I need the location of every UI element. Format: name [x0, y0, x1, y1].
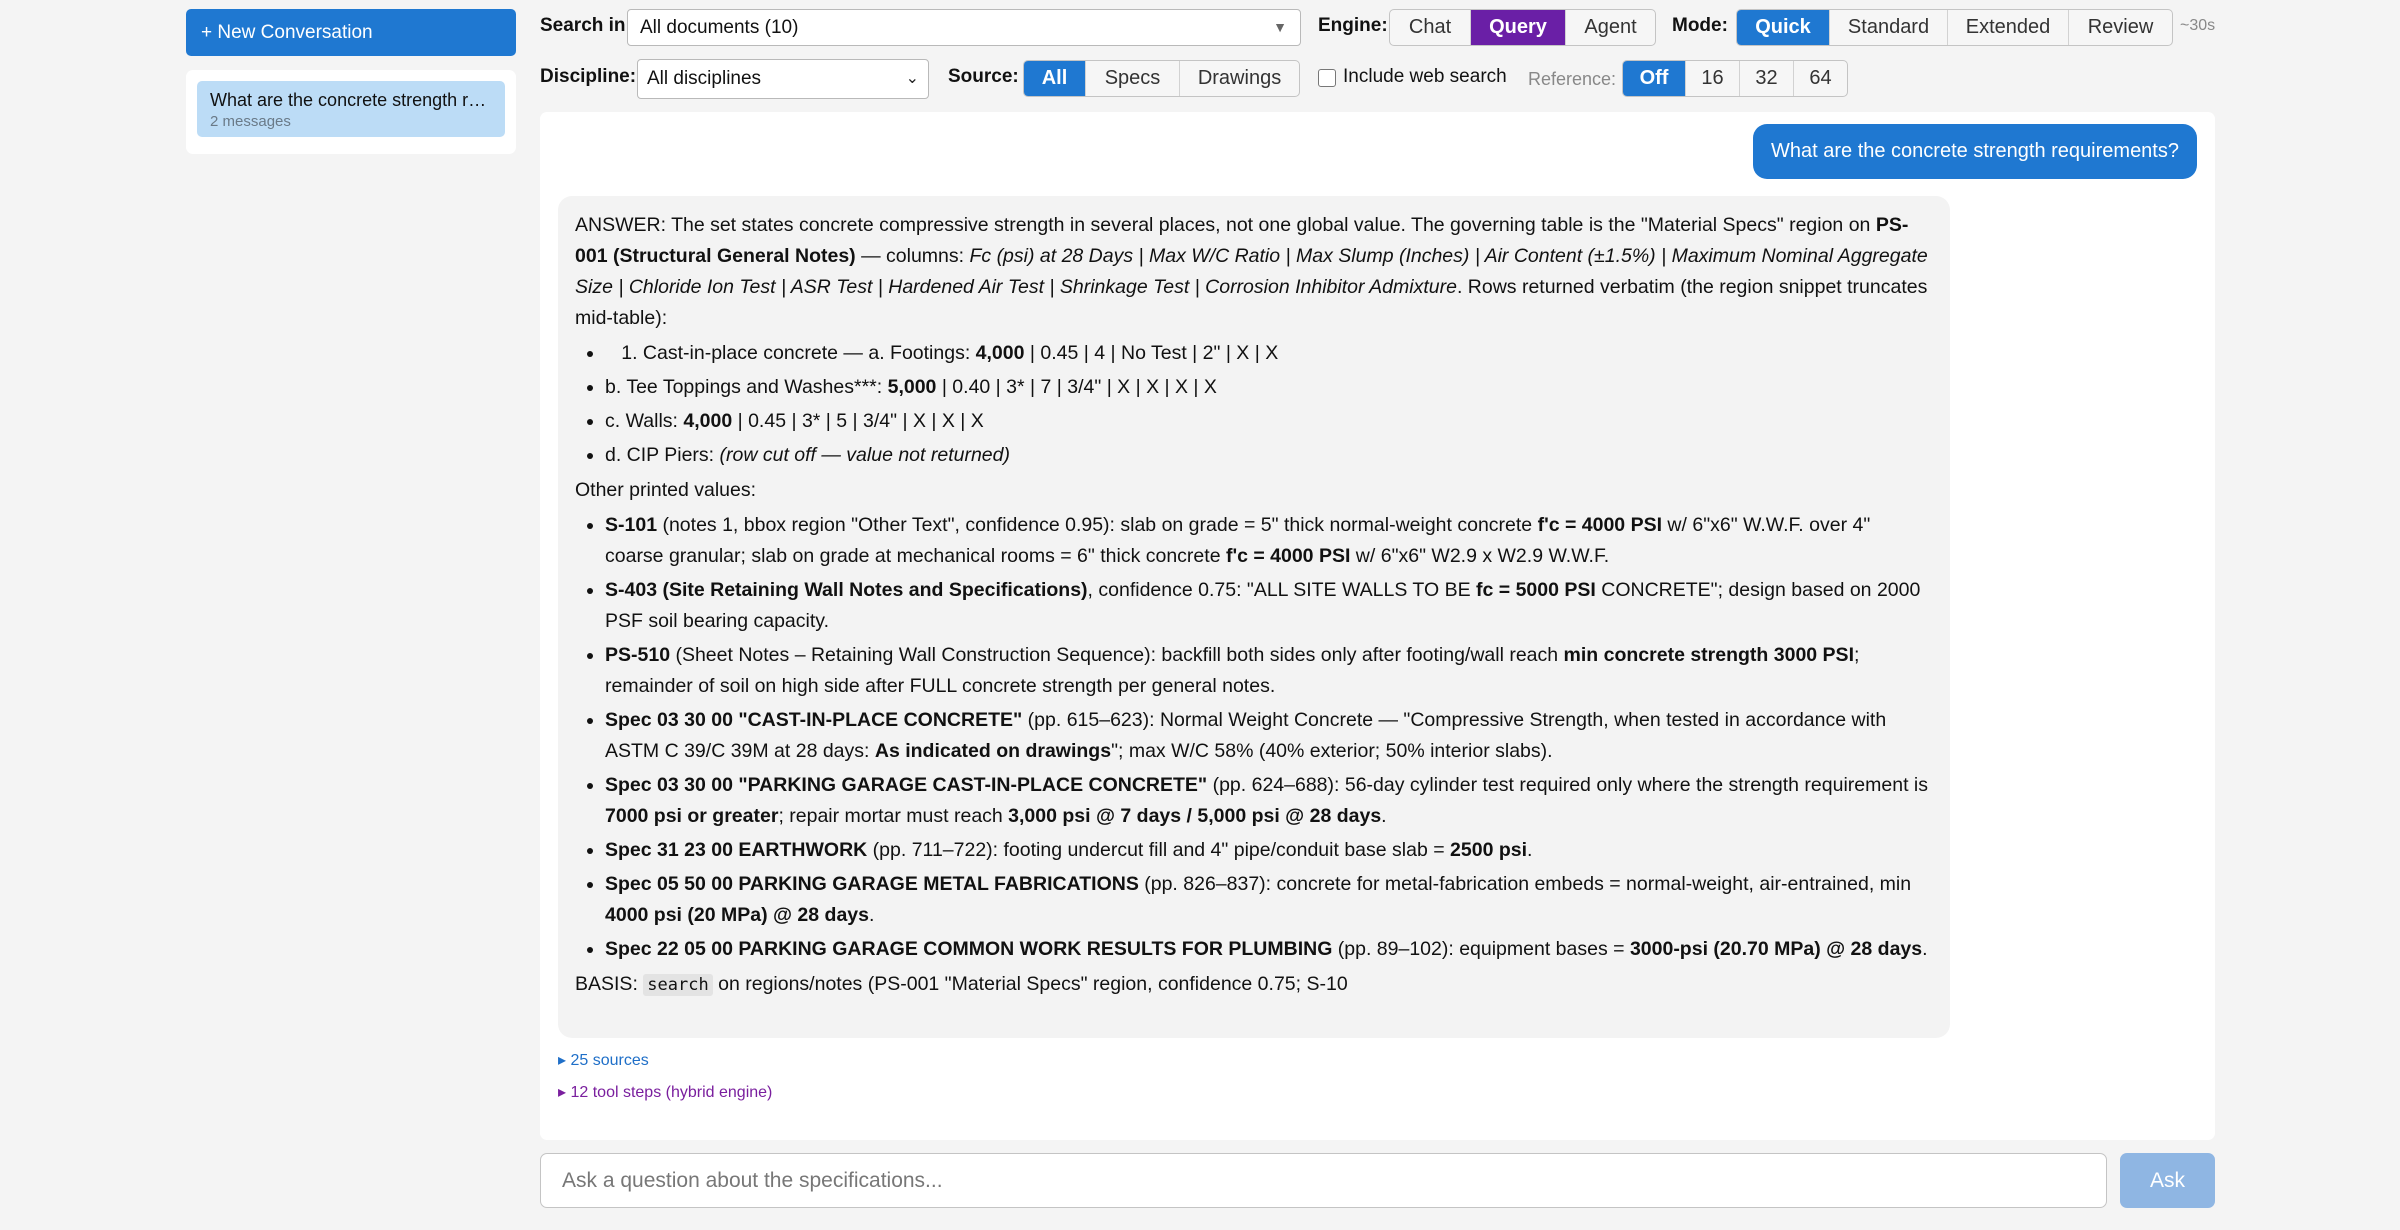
- list-item: S-403 (Site Retaining Wall Notes and Spe…: [605, 575, 1933, 637]
- chevron-down-icon: ▼: [1273, 19, 1287, 35]
- user-message: What are the concrete strength requireme…: [1753, 124, 2197, 179]
- reference-option-off[interactable]: Off: [1623, 61, 1685, 96]
- ask-button[interactable]: Ask: [2120, 1153, 2215, 1208]
- mode-option-quick[interactable]: Quick: [1737, 10, 1829, 45]
- list-item: PS-510 (Sheet Notes – Retaining Wall Con…: [605, 640, 1933, 702]
- question-input[interactable]: Ask a question about the specifications.…: [540, 1153, 2107, 1208]
- list-item: Spec 31 23 00 EARTHWORK (pp. 711–722): f…: [605, 835, 1933, 866]
- engine-label: Engine:: [1318, 15, 1388, 36]
- list-item: 1. Cast-in-place concrete — a. Footings:…: [605, 338, 1933, 369]
- reference-option-32[interactable]: 32: [1739, 61, 1793, 96]
- source-segmented-control: All Specs Drawings: [1023, 60, 1300, 97]
- reference-option-64[interactable]: 64: [1793, 61, 1847, 96]
- material-specs-list: 1. Cast-in-place concrete — a. Footings:…: [605, 338, 1933, 471]
- search-in-select[interactable]: All documents (10) ▼: [627, 9, 1301, 46]
- engine-segmented-control: Chat Query Agent: [1389, 9, 1656, 46]
- engine-option-chat[interactable]: Chat: [1390, 10, 1470, 45]
- assistant-answer: ANSWER: The set states concrete compress…: [558, 196, 1950, 1038]
- reference-option-16[interactable]: 16: [1685, 61, 1739, 96]
- answer-intro: ANSWER: The set states concrete compress…: [575, 214, 1928, 329]
- web-search-label: Include web search: [1343, 66, 1507, 87]
- conversation-message-count: 2 messages: [210, 113, 291, 130]
- web-search-checkbox[interactable]: [1318, 69, 1336, 87]
- mode-option-standard[interactable]: Standard: [1829, 10, 1947, 45]
- sources-toggle[interactable]: ▸ 25 sources: [558, 1050, 649, 1070]
- list-item: c. Walls: 4,000 | 0.45 | 3* | 5 | 3/4" |…: [605, 406, 1933, 437]
- engine-option-query[interactable]: Query: [1470, 10, 1565, 45]
- other-values-list: S-101 (notes 1, bbox region "Other Text"…: [605, 510, 1933, 965]
- mode-segmented-control: Quick Standard Extended Review: [1736, 9, 2173, 46]
- tool-steps-toggle[interactable]: ▸ 12 tool steps (hybrid engine): [558, 1082, 772, 1102]
- search-in-value: All documents (10): [640, 17, 799, 38]
- new-conversation-button[interactable]: + New Conversation: [186, 9, 516, 56]
- conversation-title: What are the concrete strength re...: [210, 90, 492, 110]
- conversation-list: What are the concrete strength re... 2 m…: [186, 70, 516, 154]
- engine-option-agent[interactable]: Agent: [1565, 10, 1655, 45]
- list-item: Spec 03 30 00 "PARKING GARAGE CAST-IN-PL…: [605, 770, 1933, 832]
- source-label: Source:: [948, 66, 1019, 87]
- reference-segmented-control: Off 16 32 64: [1622, 60, 1848, 97]
- chat-panel: What are the concrete strength requireme…: [540, 112, 2215, 1140]
- list-item: S-101 (notes 1, bbox region "Other Text"…: [605, 510, 1933, 572]
- answer-subheading: Other printed values:: [575, 479, 757, 501]
- source-option-all[interactable]: All: [1024, 61, 1085, 96]
- list-item: d. CIP Piers: (row cut off — value not r…: [605, 440, 1933, 471]
- discipline-label: Discipline:: [540, 66, 637, 87]
- source-option-specs[interactable]: Specs: [1085, 61, 1179, 96]
- list-item: b. Tee Toppings and Washes***: 5,000 | 0…: [605, 372, 1933, 403]
- discipline-value: All disciplines: [647, 68, 762, 89]
- mode-option-extended[interactable]: Extended: [1947, 10, 2068, 45]
- mode-option-review[interactable]: Review: [2068, 10, 2172, 45]
- source-option-drawings[interactable]: Drawings: [1179, 61, 1299, 96]
- mode-time-hint: ~30s: [2180, 17, 2216, 34]
- search-in-label: Search in:: [540, 15, 632, 36]
- list-item: Spec 22 05 00 PARKING GARAGE COMMON WORK…: [605, 934, 1933, 965]
- discipline-select[interactable]: All disciplines ⌄: [637, 59, 929, 99]
- list-item: Spec 03 30 00 "CAST-IN-PLACE CONCRETE" (…: [605, 705, 1933, 767]
- chevron-down-icon: ⌄: [905, 70, 919, 87]
- list-item: Spec 05 50 00 PARKING GARAGE METAL FABRI…: [605, 869, 1933, 931]
- conversation-item[interactable]: What are the concrete strength re... 2 m…: [197, 81, 505, 137]
- reference-label: Reference:: [1528, 69, 1617, 89]
- mode-label: Mode:: [1672, 15, 1728, 36]
- answer-basis: BASIS: search on regions/notes (PS-001 "…: [575, 973, 1348, 996]
